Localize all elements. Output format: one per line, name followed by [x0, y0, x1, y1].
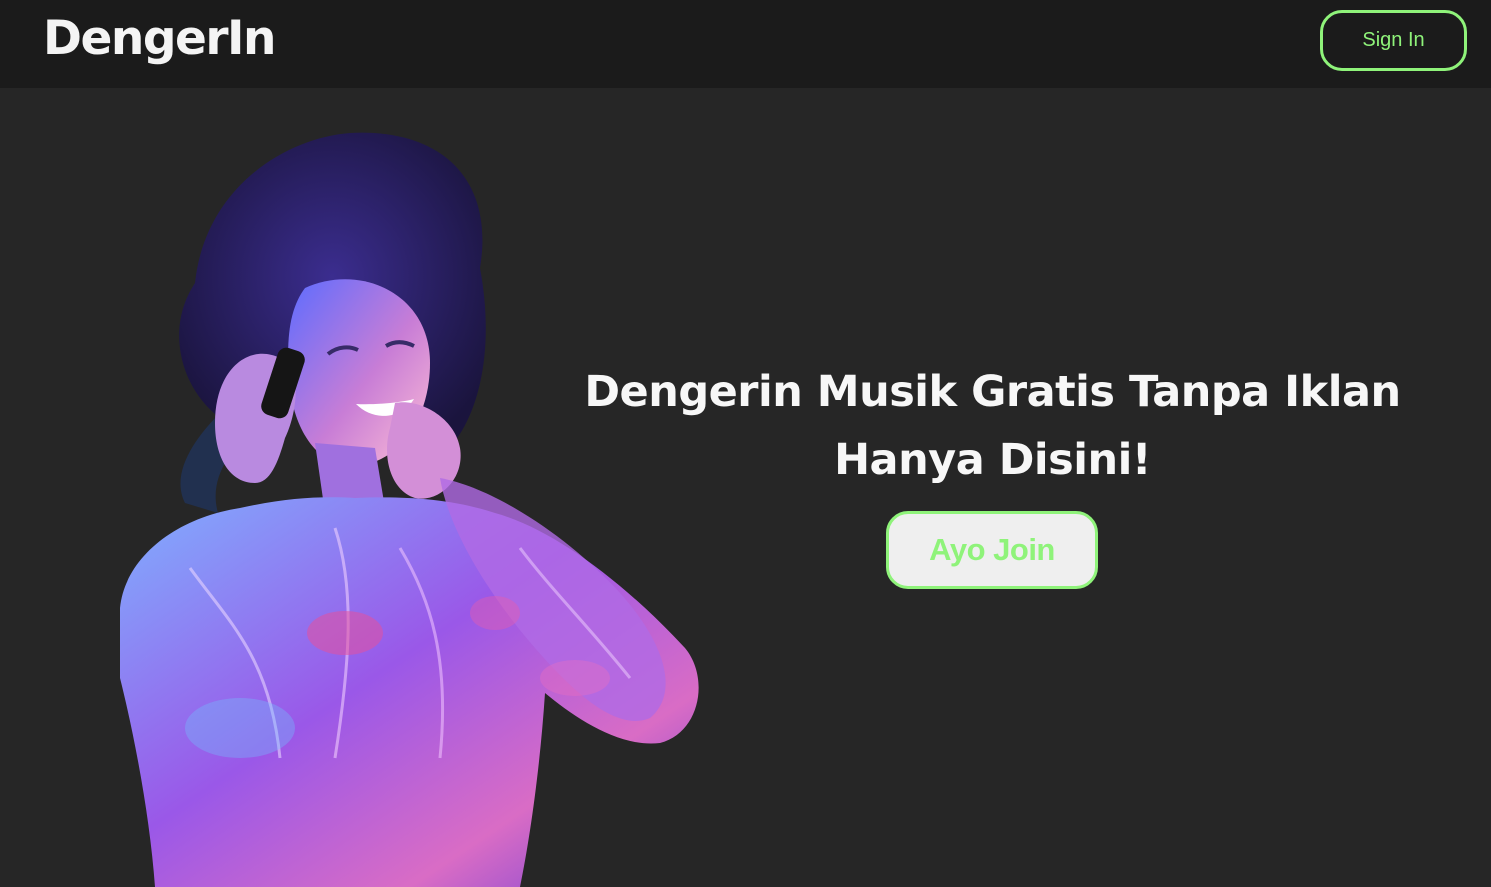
hero-headline: Dengerin Musik Gratis Tanpa Iklan Hanya … — [560, 358, 1425, 494]
navbar: DengerIn Sign In — [0, 0, 1491, 88]
hero-headline-line-2: Hanya Disini! — [834, 435, 1151, 485]
ayo-join-button[interactable]: Ayo Join — [886, 511, 1098, 589]
brand-logo[interactable]: DengerIn — [43, 10, 277, 68]
hero-section: Dengerin Musik Gratis Tanpa Iklan Hanya … — [0, 88, 1491, 887]
hero-headline-line-1: Dengerin Musik Gratis Tanpa Iklan — [584, 367, 1401, 417]
hero-image-woman-with-headphones — [120, 132, 699, 887]
sign-in-button[interactable]: Sign In — [1320, 10, 1467, 71]
